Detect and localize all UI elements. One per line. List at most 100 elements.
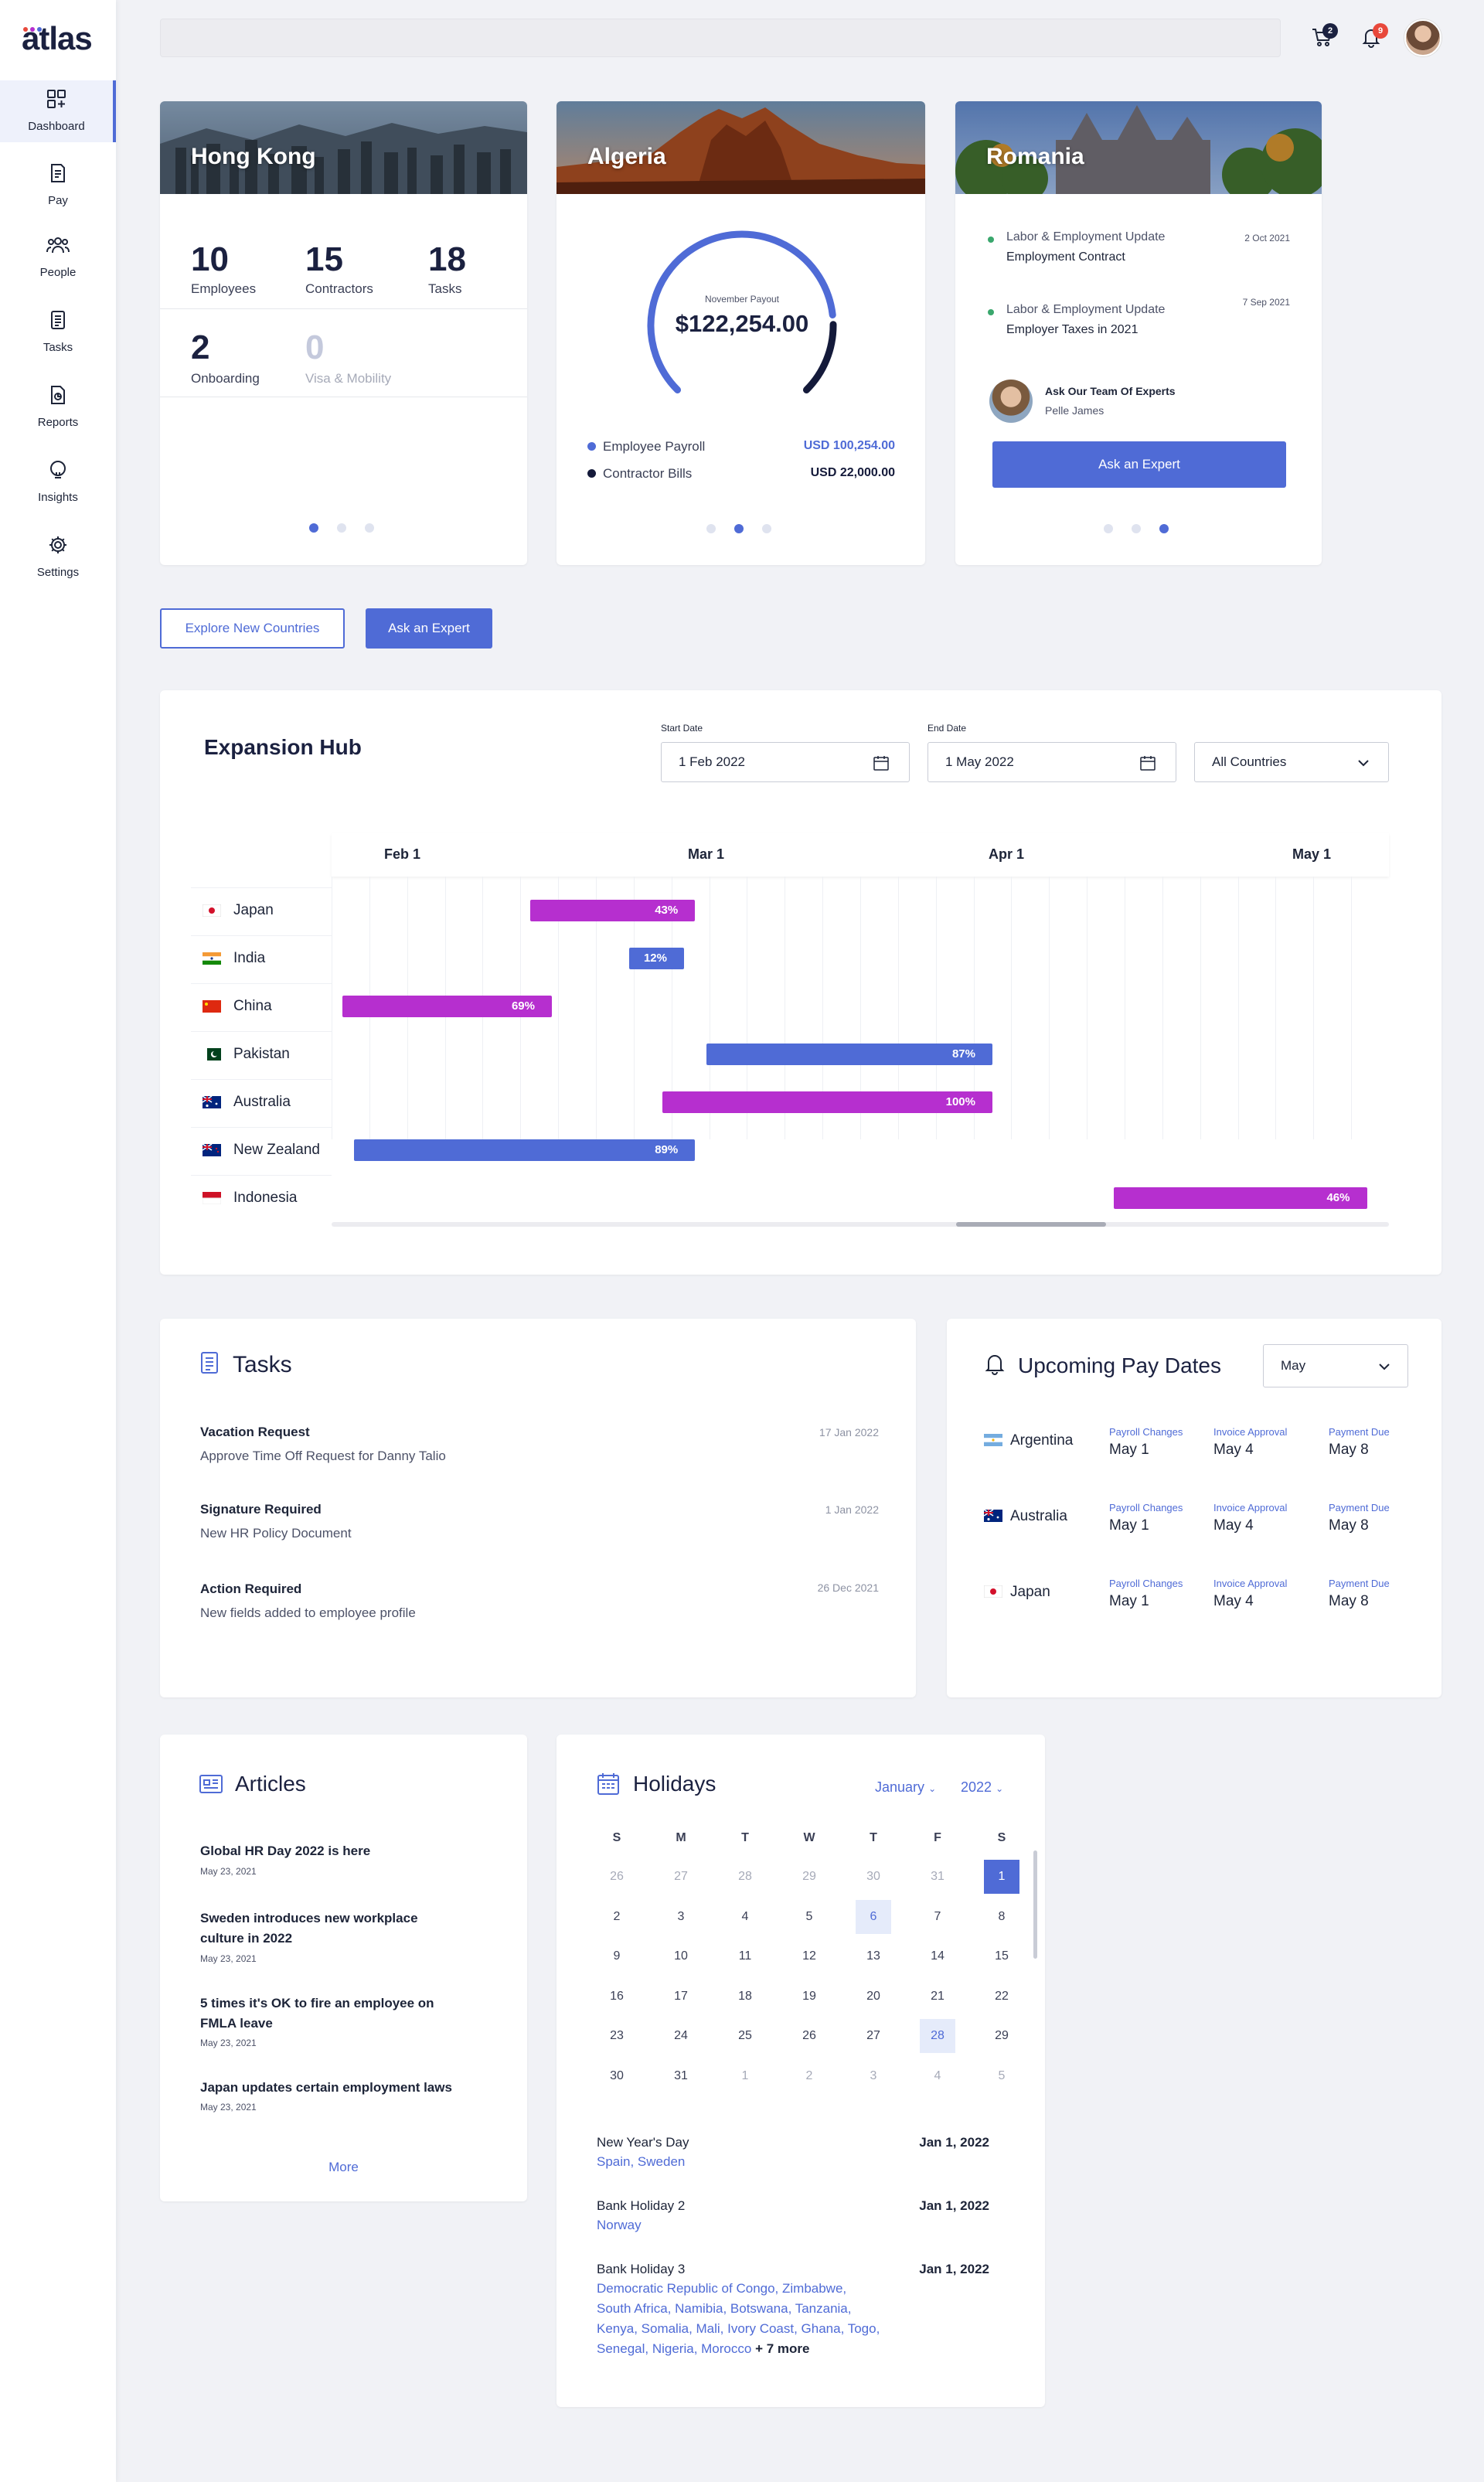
gantt-bar[interactable]: 87% bbox=[706, 1044, 992, 1065]
timeline-scrollbar-track[interactable] bbox=[332, 1222, 1389, 1227]
calendar-day[interactable]: 11 bbox=[727, 1939, 763, 1973]
task-title[interactable]: Action Required bbox=[200, 1581, 301, 1597]
calendar-day[interactable]: 1 bbox=[727, 2059, 763, 2093]
update-title[interactable]: Employer Taxes in 2021 bbox=[1006, 323, 1138, 337]
calendar-day[interactable]: 2 bbox=[791, 2059, 827, 2093]
calendar-day[interactable]: 3 bbox=[663, 1900, 699, 1934]
calendar-day[interactable]: 13 bbox=[856, 1939, 891, 1973]
flag-icon bbox=[203, 1096, 221, 1108]
calendar-day[interactable]: 22 bbox=[984, 1980, 1019, 2014]
pay-date-value: May 8 bbox=[1329, 1593, 1369, 1609]
calendar-day[interactable]: 21 bbox=[920, 1980, 955, 2014]
carousel-dots[interactable] bbox=[300, 523, 383, 536]
calendar-day[interactable]: 24 bbox=[663, 2019, 699, 2053]
sidebar-item-tasks[interactable]: Tasks bbox=[0, 301, 116, 363]
calendar-day[interactable]: 27 bbox=[663, 1860, 699, 1894]
calendar-day[interactable]: 6 bbox=[856, 1899, 891, 1934]
carousel-dots[interactable] bbox=[697, 523, 781, 537]
insights-icon bbox=[50, 461, 66, 478]
calendar-day[interactable]: 5 bbox=[984, 2059, 1019, 2093]
gantt-bar[interactable]: 43% bbox=[529, 900, 696, 921]
calendar-day[interactable]: 10 bbox=[663, 1939, 699, 1973]
sidebar-item-settings[interactable]: Settings bbox=[0, 526, 116, 588]
calendar-day[interactable]: 3 bbox=[856, 2059, 891, 2093]
sidebar-item-insights[interactable]: Insights bbox=[0, 451, 116, 513]
update-date: 2 Oct 2021 bbox=[1244, 233, 1290, 243]
holiday-countries[interactable]: Spain, Sweden bbox=[597, 2152, 883, 2172]
calendar-day[interactable]: 7 bbox=[920, 1900, 955, 1934]
calendar-day[interactable]: 30 bbox=[599, 2059, 635, 2093]
calendar-day[interactable]: 20 bbox=[856, 1980, 891, 2014]
articles-more-link[interactable]: More bbox=[160, 2160, 527, 2175]
holiday-countries[interactable]: Norway bbox=[597, 2215, 883, 2235]
year-dropdown[interactable]: 2022 ⌄ bbox=[961, 1779, 1003, 1796]
gantt-bar[interactable]: 12% bbox=[628, 948, 684, 969]
start-date-field[interactable]: 1 Feb 2022 bbox=[661, 742, 910, 782]
article-title[interactable]: Sweden introduces new workplace culture … bbox=[200, 1908, 455, 1949]
calendar-day[interactable]: 27 bbox=[856, 2019, 891, 2053]
calendar-day[interactable]: 4 bbox=[920, 2059, 955, 2093]
holiday-more-link[interactable]: + 7 more bbox=[755, 2341, 809, 2356]
task-title[interactable]: Signature Required bbox=[200, 1502, 322, 1517]
calendar-day[interactable]: 28 bbox=[727, 1860, 763, 1894]
end-date-field[interactable]: 1 May 2022 bbox=[928, 742, 1176, 782]
country-card-hong-kong: Hong Kong 10 Employees 15 Contractors 18… bbox=[160, 101, 527, 565]
article-title[interactable]: 5 times it's OK to fire an employee on F… bbox=[200, 1993, 455, 2034]
calendar-day[interactable]: 18 bbox=[727, 1980, 763, 2014]
calendar-day[interactable]: 4 bbox=[727, 1900, 763, 1934]
task-title[interactable]: Vacation Request bbox=[200, 1425, 310, 1440]
pay-column-label: Payroll Changes bbox=[1109, 1578, 1183, 1589]
calendar-day[interactable]: 1 bbox=[984, 1860, 1019, 1894]
calendar-day[interactable]: 17 bbox=[663, 1980, 699, 2014]
gantt-bar[interactable]: 46% bbox=[1113, 1187, 1367, 1209]
holiday-name: Bank Holiday 2 bbox=[597, 2198, 686, 2213]
search-input[interactable] bbox=[160, 19, 1281, 57]
calendar-day[interactable]: 16 bbox=[599, 1980, 635, 2014]
calendar-day[interactable]: 14 bbox=[920, 1939, 955, 1973]
calendar-day[interactable]: 29 bbox=[984, 2019, 1019, 2053]
grid-line bbox=[1313, 877, 1315, 1139]
payout-value: $122,254.00 bbox=[675, 310, 809, 337]
pay-country: Australia bbox=[1010, 1508, 1067, 1524]
calendar-day[interactable]: 15 bbox=[984, 1939, 1019, 1973]
ask-expert-card-button[interactable]: Ask an Expert bbox=[992, 441, 1286, 488]
calendar-day[interactable]: 29 bbox=[791, 1860, 827, 1894]
calendar-day[interactable]: 8 bbox=[984, 1900, 1019, 1934]
calendar-day[interactable]: 31 bbox=[920, 1860, 955, 1894]
calendar-day[interactable]: 19 bbox=[791, 1980, 827, 2014]
calendar-day[interactable]: 31 bbox=[663, 2059, 699, 2093]
calendar-day[interactable]: 26 bbox=[791, 2019, 827, 2053]
ask-expert-button[interactable]: Ask an Expert bbox=[366, 608, 492, 649]
user-avatar[interactable] bbox=[1404, 19, 1441, 56]
calendar-day[interactable]: 9 bbox=[599, 1939, 635, 1973]
gantt-bar[interactable]: 100% bbox=[662, 1091, 992, 1113]
update-title[interactable]: Employment Contract bbox=[1006, 250, 1125, 264]
sidebar-item-dashboard[interactable]: Dashboard bbox=[0, 80, 116, 142]
sidebar-item-people[interactable]: People bbox=[0, 226, 116, 288]
countries-select[interactable]: All Countries bbox=[1194, 742, 1389, 782]
timeline-scrollbar-thumb[interactable] bbox=[956, 1222, 1106, 1227]
explore-countries-button[interactable]: Explore New Countries bbox=[160, 608, 345, 649]
calendar-day[interactable]: 5 bbox=[791, 1900, 827, 1934]
calendar-day[interactable]: 25 bbox=[727, 2019, 763, 2053]
calendar-scrollbar[interactable] bbox=[1033, 1850, 1037, 1959]
calendar-day[interactable]: 23 bbox=[599, 2019, 635, 2053]
month-dropdown[interactable]: January ⌄ bbox=[875, 1779, 936, 1796]
sidebar-item-reports[interactable]: Reports bbox=[0, 376, 116, 438]
gantt-bar[interactable]: 69% bbox=[342, 996, 552, 1017]
row-divider bbox=[191, 935, 332, 936]
holiday-countries[interactable]: Democratic Republic of Congo, Zimbabwe, … bbox=[597, 2279, 883, 2359]
article-title[interactable]: Japan updates certain employment laws bbox=[200, 2078, 455, 2098]
app-logo[interactable]: atlas bbox=[22, 20, 93, 57]
holiday-countries-list[interactable]: Democratic Republic of Congo, Zimbabwe, … bbox=[597, 2281, 880, 2356]
month-select[interactable]: May bbox=[1263, 1344, 1408, 1387]
carousel-dots[interactable] bbox=[1094, 523, 1178, 537]
calendar-day[interactable]: 30 bbox=[856, 1860, 891, 1894]
calendar-day[interactable]: 28 bbox=[920, 2019, 955, 2053]
calendar-day[interactable]: 26 bbox=[599, 1860, 635, 1894]
calendar-day[interactable]: 12 bbox=[791, 1939, 827, 1973]
calendar-day[interactable]: 2 bbox=[599, 1900, 635, 1934]
article-title[interactable]: Global HR Day 2022 is here bbox=[200, 1841, 455, 1861]
gantt-bar[interactable]: 89% bbox=[353, 1139, 696, 1161]
sidebar-item-pay[interactable]: Pay bbox=[0, 155, 116, 216]
